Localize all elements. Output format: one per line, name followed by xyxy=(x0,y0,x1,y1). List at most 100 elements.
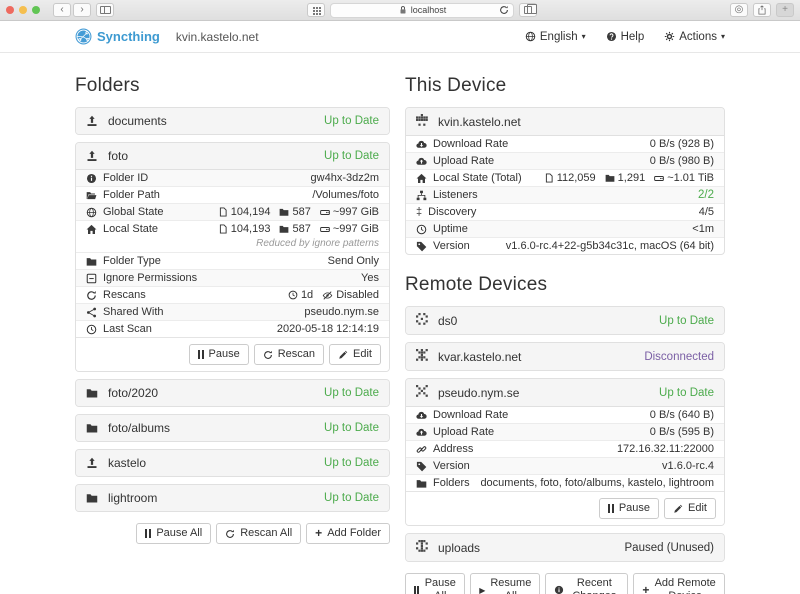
detail-row-local-state-total: Local State (Total) 112,059 1,291 ~1.01 … xyxy=(406,169,724,186)
pause-all-devices-button[interactable]: Pause All xyxy=(405,573,465,594)
language-menu[interactable]: English ▾ xyxy=(525,31,586,43)
remote-devices-title: Remote Devices xyxy=(405,274,725,296)
folder-row-kastelo[interactable]: kastelo Up to Date xyxy=(76,450,389,476)
folder-icon xyxy=(279,207,289,217)
discovery-icon: ‡ xyxy=(416,207,422,218)
detail-row-global-state: Global State 104,194 587 ~997 GiB xyxy=(76,203,389,220)
detail-row-folder-type: Folder Type Send Only xyxy=(76,252,389,269)
detail-row-uptime: Uptime <1m xyxy=(406,220,724,237)
file-icon xyxy=(544,173,554,183)
detail-row-upload-rate: Upload Rate 0 B/s (980 B) xyxy=(406,152,724,169)
recent-changes-button[interactable]: Recent Changes xyxy=(545,573,628,594)
upload-folder-icon xyxy=(86,457,98,469)
folder-name: foto xyxy=(108,149,128,163)
pause-device-button[interactable]: Pause xyxy=(599,498,659,519)
upload-folder-icon xyxy=(86,115,98,127)
add-remote-device-button[interactable]: +Add Remote Device xyxy=(633,573,725,594)
device-row-ds0[interactable]: ds0 Up to Date xyxy=(406,307,724,334)
folder-row-foto[interactable]: foto Up to Date xyxy=(76,143,389,169)
device-row-uploads[interactable]: uploads Paused (Unused) xyxy=(406,534,724,561)
status-badge: Up to Date xyxy=(324,422,379,434)
device-name: uploads xyxy=(438,541,480,555)
edit-button[interactable]: Edit xyxy=(329,344,381,365)
pause-icon xyxy=(198,350,204,359)
folders-title: Folders xyxy=(75,75,390,97)
cloud-upload-icon xyxy=(416,427,427,438)
folder-row-documents[interactable]: documents Up to Date xyxy=(76,108,389,134)
rescan-button[interactable]: Rescan xyxy=(254,344,324,365)
tabs-icon xyxy=(524,6,532,14)
folder-panel-foto-2020: foto/2020 Up to Date xyxy=(75,379,390,407)
detail-row-upload-rate: Upload Rate 0 B/s (595 B) xyxy=(406,423,724,440)
back-button[interactable]: ‹ xyxy=(53,3,71,17)
close-window-button[interactable] xyxy=(6,6,14,14)
this-device-row[interactable]: kvin.kastelo.net xyxy=(406,108,724,135)
grid-icon xyxy=(313,7,315,9)
folder-name: kastelo xyxy=(108,456,146,470)
folder-icon xyxy=(416,478,427,489)
folder-name: foto/2020 xyxy=(108,386,158,400)
pause-button[interactable]: Pause xyxy=(189,344,249,365)
reload-icon[interactable] xyxy=(499,5,509,15)
device-identicon xyxy=(416,540,428,555)
status-badge: Up to Date xyxy=(659,315,714,327)
edit-device-button[interactable]: Edit xyxy=(664,498,716,519)
favorites-grid-button[interactable] xyxy=(307,3,325,17)
file-icon xyxy=(218,207,228,217)
share-box-icon xyxy=(757,5,767,15)
hdd-icon xyxy=(320,224,330,234)
zoom-window-button[interactable] xyxy=(32,6,40,14)
status-badge: Paused (Unused) xyxy=(625,542,715,554)
device-panel-uploads: uploads Paused (Unused) xyxy=(405,533,725,562)
chevron-down-icon: ▾ xyxy=(721,32,725,41)
folder-row-foto-2020[interactable]: foto/2020 Up to Date xyxy=(76,380,389,406)
help-menu[interactable]: Help xyxy=(606,31,645,43)
folder-icon xyxy=(86,422,98,434)
detail-row-download-rate: Download Rate 0 B/s (928 B) xyxy=(406,135,724,152)
clock-icon xyxy=(86,324,97,335)
chevron-down-icon: ▾ xyxy=(582,32,586,41)
hdd-icon xyxy=(320,207,330,217)
folder-icon xyxy=(605,173,615,183)
resume-all-button[interactable]: ▶Resume All xyxy=(470,573,540,594)
device-name: kvin.kastelo.net xyxy=(438,115,521,129)
minus-square-icon xyxy=(86,273,97,284)
status-badge: Up to Date xyxy=(659,387,714,399)
share-icon xyxy=(86,307,97,318)
new-tab-button[interactable]: + xyxy=(776,3,794,17)
folder-details: Folder ID gw4hx-3dz2m Folder Path /Volum… xyxy=(76,169,389,371)
tag-icon xyxy=(416,241,427,252)
play-icon: ▶ xyxy=(479,586,485,594)
upload-folder-icon xyxy=(86,150,98,162)
status-badge: Up to Date xyxy=(324,457,379,469)
tab-overview-button[interactable] xyxy=(519,3,537,17)
refresh-icon xyxy=(86,290,97,301)
folder-icon xyxy=(279,224,289,234)
detail-row-folder-path: Folder Path /Volumes/foto xyxy=(76,186,389,203)
address-bar[interactable]: localhost xyxy=(330,3,515,18)
device-row-kvar[interactable]: kvar.kastelo.net Disconnected xyxy=(406,343,724,370)
minimize-window-button[interactable] xyxy=(19,6,27,14)
detail-row-address: Address 172.16.32.11:22000 xyxy=(406,440,724,457)
actions-label: Actions xyxy=(679,31,717,43)
globe-icon xyxy=(86,207,97,218)
device-row-pseudo[interactable]: pseudo.nym.se Up to Date xyxy=(406,379,724,406)
actions-menu[interactable]: Actions ▾ xyxy=(664,31,725,43)
folder-row-foto-albums[interactable]: foto/albums Up to Date xyxy=(76,415,389,441)
syncthing-brand[interactable]: Syncthing xyxy=(75,28,160,45)
sidebar-button[interactable] xyxy=(96,3,114,17)
cloud-download-icon xyxy=(416,139,427,150)
pause-icon xyxy=(414,586,419,594)
pause-all-folders-button[interactable]: Pause All xyxy=(136,523,211,544)
reader-button[interactable]: ◎ xyxy=(730,3,748,17)
pencil-icon xyxy=(673,504,683,514)
devices-actions: Pause All ▶Resume All Recent Changes +Ad… xyxy=(405,573,725,594)
folder-row-lightroom[interactable]: lightroom Up to Date xyxy=(76,485,389,511)
ignore-patterns-note: Reduced by ignore patterns xyxy=(76,237,389,252)
forward-button[interactable]: › xyxy=(73,3,91,17)
sitemap-icon xyxy=(416,190,427,201)
share-button[interactable] xyxy=(753,3,771,17)
add-folder-button[interactable]: +Add Folder xyxy=(306,523,390,544)
rescan-all-button[interactable]: Rescan All xyxy=(216,523,301,544)
status-badge: Up to Date xyxy=(324,115,379,127)
